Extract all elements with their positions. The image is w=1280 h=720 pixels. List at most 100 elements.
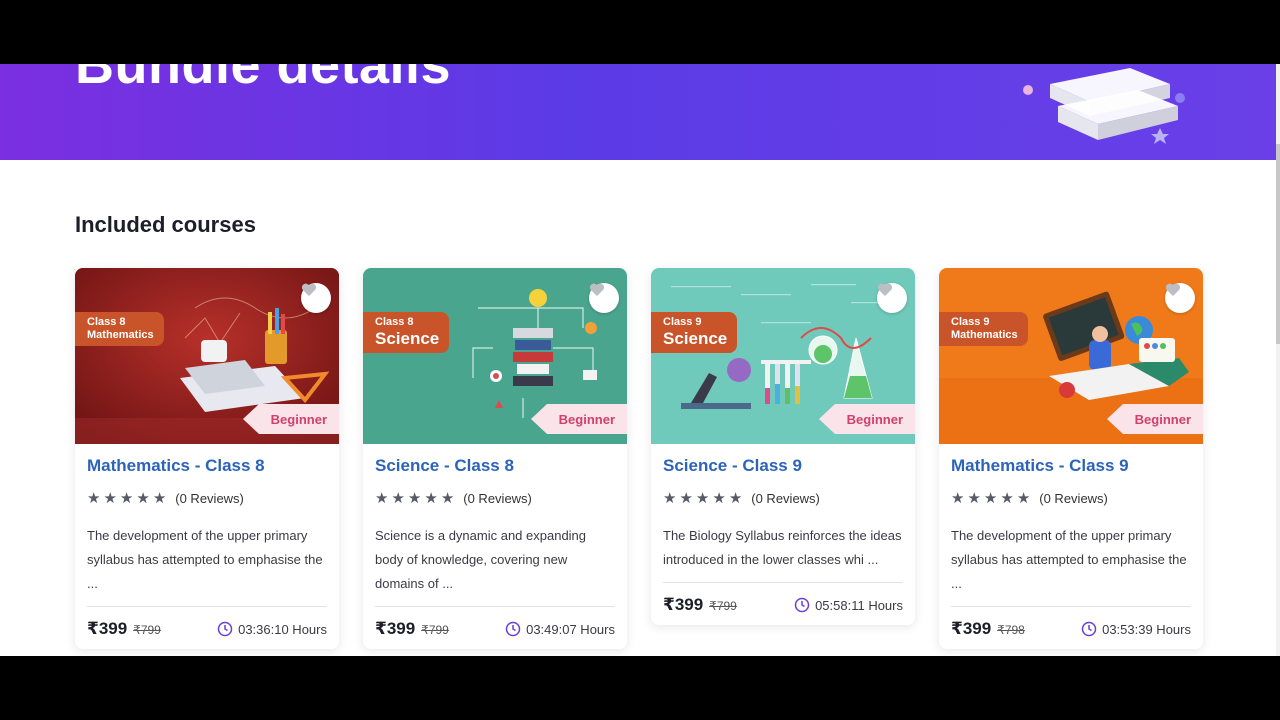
page-frame: Bundle details Included courses Class 8 … [0, 64, 1280, 656]
star-icon: ★ [983, 489, 998, 507]
page-title: Bundle details [75, 64, 452, 95]
heart-icon [1165, 283, 1181, 296]
course-title-link[interactable]: Mathematics - Class 9 [951, 456, 1191, 476]
rating: ★ ★ ★ ★ ★ (0 Reviews) [951, 490, 1191, 506]
star-icon: ★ [87, 489, 101, 507]
star-icon: ★ [136, 489, 150, 507]
rating: ★ ★ ★ ★ ★ (0 Reviews) [375, 490, 615, 506]
course-description: The development of the upper primary syl… [87, 528, 323, 591]
current-price: ₹399 [375, 619, 416, 638]
original-price: ₹798 [997, 623, 1025, 637]
price: ₹399 ₹799 [663, 595, 737, 615]
class-tag-level: Class 8 [87, 316, 126, 328]
class-tag-subject: Science [663, 328, 728, 348]
class-tag-level: Class 9 [951, 316, 990, 328]
original-price: ₹799 [709, 599, 737, 613]
course-title-link[interactable]: Science - Class 8 [375, 456, 615, 476]
duration-text: 03:53:39 Hours [1102, 621, 1191, 637]
star-icon: ★ [103, 489, 117, 507]
course-thumbnail[interactable]: Class 8 Mathematics Beginner [75, 268, 339, 444]
class-tag-level: Class 9 [663, 316, 702, 328]
star-icon: ★ [695, 489, 710, 507]
class-tag: Class 9 Science [651, 312, 738, 354]
divider [951, 606, 1191, 607]
class-tag-subject: Science [375, 328, 440, 348]
clock-icon [217, 621, 233, 637]
original-price: ₹799 [133, 623, 161, 637]
current-price: ₹399 [663, 595, 704, 614]
rating: ★ ★ ★ ★ ★ (0 Reviews) [87, 490, 327, 506]
books-illustration [1023, 68, 1185, 144]
star-icon: ★ [712, 489, 726, 507]
course-card[interactable]: Class 8 Science Beginner Science - Class… [363, 268, 627, 649]
heart-icon [589, 283, 605, 296]
review-count: (0 Reviews) [1039, 490, 1108, 506]
star-icon: ★ [440, 489, 455, 507]
course-card-body: Science - Class 8 ★ ★ ★ ★ ★ (0 Reviews) Scie… [363, 444, 627, 649]
scrollbar[interactable] [1276, 64, 1280, 656]
course-description: Science is a dynamic and expanding body … [375, 528, 587, 591]
favorite-button[interactable] [301, 283, 331, 313]
star-icon: ★ [663, 489, 677, 507]
star-icon: ★ [728, 489, 743, 507]
star-icon: ★ [967, 489, 981, 507]
class-tag-subject: Mathematics [87, 328, 154, 341]
star-icon: ★ [951, 489, 965, 507]
heart-icon [877, 283, 893, 296]
duration-text: 05:58:11 Hours [815, 597, 903, 613]
level-badge: Beginner [531, 404, 627, 434]
course-duration: 03:49:07 Hours [505, 621, 615, 637]
course-thumbnail[interactable]: Class 9 Mathematics Beginner [939, 268, 1203, 444]
course-card-body: Mathematics - Class 8 ★ ★ ★ ★ ★ (0 Reviews) … [75, 444, 339, 649]
duration-text: 03:49:07 Hours [526, 621, 615, 637]
clock-icon [1081, 621, 1097, 637]
course-card[interactable]: Class 8 Mathematics Beginner Mathematics… [75, 268, 339, 649]
current-price: ₹399 [951, 619, 992, 638]
price: ₹399 ₹798 [951, 619, 1025, 639]
favorite-button[interactable] [589, 283, 619, 313]
course-footer: ₹399 ₹798 03:53:39 Hours [951, 619, 1191, 639]
review-count: (0 Reviews) [175, 490, 244, 506]
star-icon: ★ [1000, 489, 1014, 507]
course-footer: ₹399 ₹799 03:36:10 Hours [87, 619, 327, 639]
star-icon: ★ [119, 489, 134, 507]
course-footer: ₹399 ₹799 05:58:11 Hours [663, 595, 903, 615]
duration-text: 03:36:10 Hours [238, 621, 327, 637]
course-card-body: Mathematics - Class 9 ★ ★ ★ ★ ★ (0 Reviews) … [939, 444, 1203, 649]
star-icon: ★ [1016, 489, 1031, 507]
class-tag-level: Class 8 [375, 316, 414, 328]
original-price: ₹799 [421, 623, 449, 637]
scrollbar-thumb[interactable] [1276, 144, 1280, 344]
class-tag: Class 8 Science [363, 312, 450, 354]
star-icon: ★ [407, 489, 422, 507]
course-thumbnail[interactable]: Class 8 Science Beginner [363, 268, 627, 444]
course-footer: ₹399 ₹799 03:49:07 Hours [375, 619, 615, 639]
clock-icon [794, 597, 810, 613]
course-duration: 03:36:10 Hours [217, 621, 327, 637]
course-duration: 05:58:11 Hours [794, 597, 903, 613]
course-title-link[interactable]: Science - Class 9 [663, 456, 903, 476]
review-count: (0 Reviews) [751, 490, 820, 506]
course-duration: 03:53:39 Hours [1081, 621, 1191, 637]
divider [87, 606, 327, 607]
divider [375, 606, 615, 607]
star-icon: ★ [679, 489, 693, 507]
star-icon: ★ [375, 489, 389, 507]
course-card[interactable]: Class 9 Science Beginner Science - Class… [651, 268, 915, 625]
favorite-button[interactable] [1165, 283, 1195, 313]
star-icon: ★ [152, 489, 167, 507]
course-card[interactable]: Class 9 Mathematics Beginner Mathematics… [939, 268, 1203, 649]
course-list: Class 8 Mathematics Beginner Mathematics… [75, 268, 1205, 656]
star-icon: ★ [391, 489, 405, 507]
divider [663, 582, 903, 583]
class-tag: Class 8 Mathematics [75, 312, 164, 347]
class-tag: Class 9 Mathematics [939, 312, 1028, 347]
heart-icon [301, 283, 317, 296]
star-icon: ★ [424, 489, 438, 507]
hero-banner: Bundle details [0, 64, 1280, 160]
level-badge: Beginner [1107, 404, 1203, 434]
favorite-button[interactable] [877, 283, 907, 313]
course-description: The Biology Syllabus reinforces the idea… [663, 528, 902, 567]
course-thumbnail[interactable]: Class 9 Science Beginner [651, 268, 915, 444]
course-title-link[interactable]: Mathematics - Class 8 [87, 456, 327, 476]
